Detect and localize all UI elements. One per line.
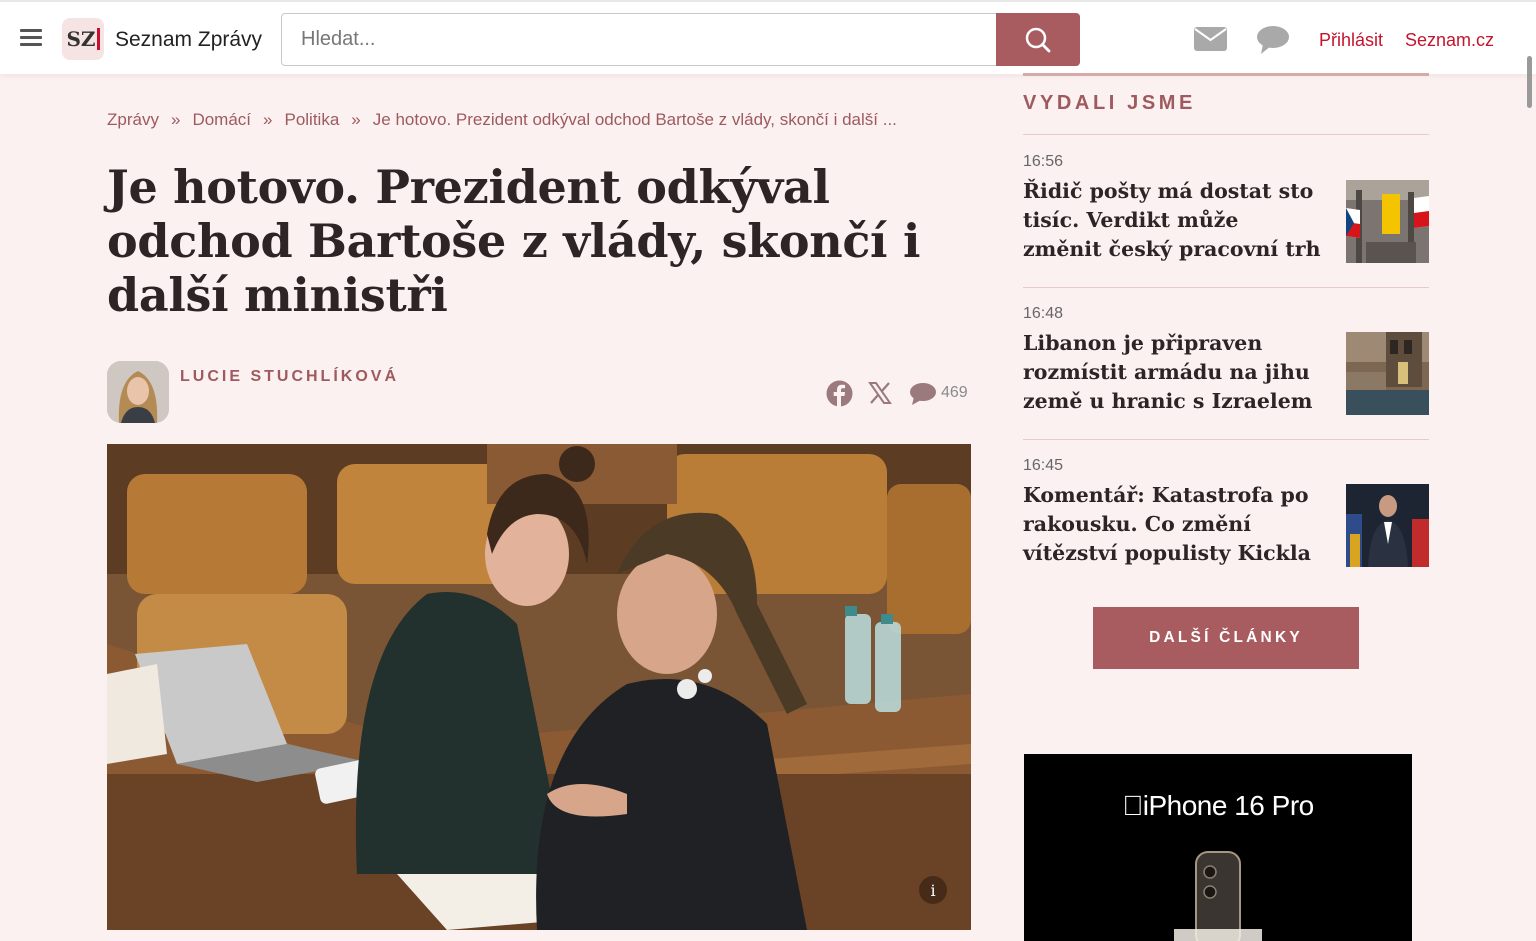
logo[interactable]: SZ: [62, 18, 104, 60]
breadcrumb-item-politika[interactable]: Politika: [284, 110, 339, 129]
sidebar-top-line: [1023, 73, 1429, 76]
news-thumbnail[interactable]: [1346, 484, 1429, 567]
author-name[interactable]: LUCIE STUCHLÍKOVÁ: [180, 368, 399, 386]
news-item[interactable]: 16:48 Libanon je připraven rozmístit arm…: [1023, 305, 1429, 445]
news-item[interactable]: 16:45 Komentář: Katastrofa po rakousku. …: [1023, 457, 1429, 597]
search-bar: [281, 13, 1080, 66]
chat-icon[interactable]: [1256, 25, 1290, 55]
news-title[interactable]: Komentář: Katastrofa po rakousku. Co změ…: [1023, 481, 1323, 568]
sidebar-heading: VYDALI JSME: [1023, 92, 1196, 114]
comment-icon[interactable]: [909, 382, 937, 406]
news-title[interactable]: Libanon je připraven rozmístit armádu na…: [1023, 329, 1323, 416]
iphone-illustration: [1174, 851, 1262, 941]
advertisement-banner[interactable]: iPhone 16 Pro: [1024, 754, 1412, 941]
top-header: SZ Seznam Zprávy Přihlásit Seznam.cz: [0, 0, 1536, 74]
seznam-link[interactable]: Seznam.cz: [1405, 30, 1494, 51]
breadcrumb-separator: »: [263, 110, 273, 129]
breadcrumb-separator: »: [351, 110, 361, 129]
news-time: 16:56: [1023, 153, 1064, 170]
photo-info-icon[interactable]: i: [919, 876, 947, 904]
search-icon: [1025, 27, 1051, 52]
comment-count[interactable]: 469: [941, 384, 968, 402]
article-title: Je hotovo. Prezident odkýval odchod Bart…: [107, 160, 921, 322]
menu-icon[interactable]: [20, 29, 42, 47]
logo-mark: SZ: [66, 27, 96, 51]
breadcrumb-separator: »: [170, 110, 181, 129]
mail-icon[interactable]: [1194, 27, 1227, 51]
news-thumbnail[interactable]: [1346, 180, 1429, 263]
facebook-icon[interactable]: [826, 380, 853, 407]
scrollbar[interactable]: [1527, 56, 1532, 108]
x-twitter-icon[interactable]: [868, 381, 892, 405]
sidebar-divider: [1023, 287, 1429, 288]
sidebar-divider: [1023, 134, 1429, 135]
news-thumbnail[interactable]: [1346, 332, 1429, 415]
logo-text[interactable]: Seznam Zprávy: [115, 28, 262, 52]
breadcrumb-item-domaci[interactable]: Domácí: [192, 110, 251, 129]
sidebar-divider: [1023, 439, 1429, 440]
login-link[interactable]: Přihlásit: [1319, 30, 1383, 51]
news-time: 16:48: [1023, 305, 1064, 322]
search-button[interactable]: [996, 13, 1080, 66]
more-articles-button[interactable]: DALŠÍ ČLÁNKY: [1093, 607, 1359, 669]
search-input[interactable]: [282, 14, 998, 65]
news-title[interactable]: Řidič pošty má dostat sto tisíc. Verdikt…: [1023, 177, 1323, 264]
breadcrumb: Zprávy » Domácí » Politika » Je hotovo. Prezid…: [107, 110, 897, 130]
news-time: 16:45: [1023, 457, 1064, 474]
news-item[interactable]: 16:56 Řidič pošty má dostat sto tisíc. V…: [1023, 153, 1429, 293]
breadcrumb-current: Je hotovo. Prezident odkýval odchod Bart…: [372, 110, 897, 129]
article-hero-photo[interactable]: i: [107, 444, 971, 930]
author-avatar[interactable]: [107, 361, 169, 423]
breadcrumb-item-zpravy[interactable]: Zprávy: [107, 110, 159, 129]
